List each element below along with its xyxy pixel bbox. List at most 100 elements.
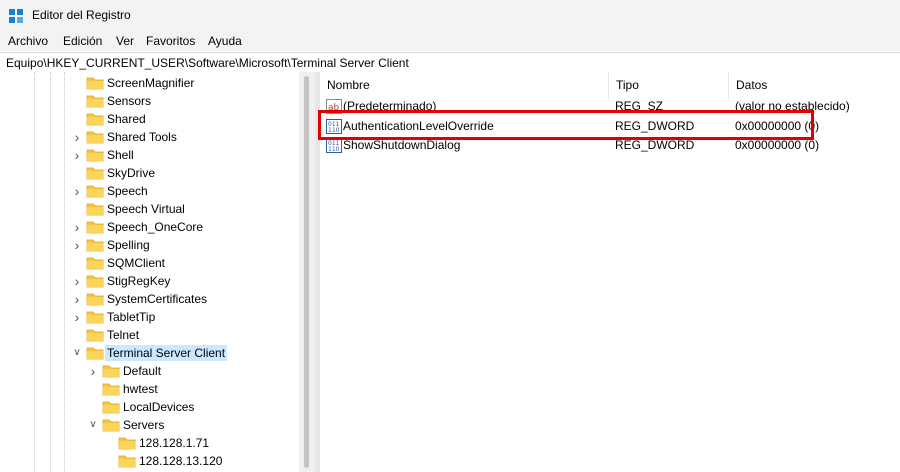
- tree-item[interactable]: LocalDevices: [0, 398, 299, 416]
- folder-icon: [86, 310, 104, 324]
- tree-item[interactable]: › SystemCertificates: [0, 290, 299, 308]
- address-bar[interactable]: Equipo\HKEY_CURRENT_USER\Software\Micros…: [0, 52, 900, 73]
- tree-item-label: SQMClient: [107, 256, 166, 270]
- chevron-right-icon[interactable]: ›: [72, 184, 82, 198]
- folder-icon: [102, 400, 120, 414]
- tree-item[interactable]: › Shell: [0, 146, 299, 164]
- folder-icon: [86, 112, 104, 126]
- folder-icon: [86, 220, 104, 234]
- menu-edicion[interactable]: Edición: [63, 34, 102, 48]
- svg-text:110: 110: [328, 146, 340, 153]
- tree-item-label: StigRegKey: [107, 274, 171, 288]
- tree-item[interactable]: ∨ Servers: [0, 416, 299, 434]
- chevron-right-icon[interactable]: ›: [72, 220, 82, 234]
- registry-editor-icon: [9, 9, 23, 23]
- tree-scroll-thumb[interactable]: [304, 76, 309, 468]
- folder-icon: [86, 328, 104, 342]
- tree-item[interactable]: Sensors: [0, 92, 299, 110]
- tree-item-label: SkyDrive: [107, 166, 156, 180]
- tree-item-label: Shared Tools: [107, 130, 177, 144]
- tree-item[interactable]: › Speech_OneCore: [0, 218, 299, 236]
- tree-item[interactable]: › Spelling: [0, 236, 299, 254]
- menu-archivo[interactable]: Archivo: [8, 34, 48, 48]
- tree-item[interactable]: SQMClient: [0, 254, 299, 272]
- tree-scrollbar[interactable]: [299, 72, 315, 472]
- tree-item-label: hwtest: [123, 382, 158, 396]
- tree-item-label: Speech: [107, 184, 148, 198]
- chevron-right-icon[interactable]: ›: [72, 310, 82, 324]
- folder-icon: [86, 274, 104, 288]
- tree-item-label: 128.128.13.120: [139, 454, 223, 468]
- tree-item-label: 128.128.1.71: [139, 436, 210, 450]
- tree-item-label: Shared: [107, 112, 146, 126]
- tree-item[interactable]: › TabletTip: [0, 308, 299, 326]
- address-path[interactable]: Equipo\HKEY_CURRENT_USER\Software\Micros…: [6, 56, 409, 70]
- tree-item[interactable]: › Shared Tools: [0, 128, 299, 146]
- folder-icon: [102, 418, 120, 432]
- tree-item-label: Shell: [107, 148, 134, 162]
- menu-bar: Archivo Edición Ver Favoritos Ayuda: [0, 32, 900, 51]
- tree-item-label: Servers: [123, 418, 165, 432]
- chevron-right-icon[interactable]: ›: [88, 364, 98, 378]
- window-title: Editor del Registro: [32, 8, 131, 22]
- tree-item-label: Telnet: [107, 328, 140, 342]
- value-name: ShowShutdownDialog: [343, 138, 461, 152]
- chevron-down-icon[interactable]: ∨: [88, 419, 98, 431]
- binary-value-icon: 011 110: [326, 138, 342, 153]
- tree-item-label: Sensors: [107, 94, 152, 108]
- key-tree[interactable]: ScreenMagnifier Sensors Shared › Shared Tool…: [0, 72, 315, 472]
- tree-item[interactable]: hwtest: [0, 380, 299, 398]
- highlight-box: [318, 110, 814, 140]
- folder-icon: [86, 130, 104, 144]
- folder-icon: [86, 76, 104, 90]
- tree-item[interactable]: › Default: [0, 362, 299, 380]
- column-header-nombre[interactable]: Nombre: [320, 72, 609, 99]
- tree-item-label: Speech Virtual: [107, 202, 185, 216]
- folder-icon: [86, 94, 104, 108]
- menu-ayuda[interactable]: Ayuda: [208, 34, 242, 48]
- tree-item-label: Terminal Server Client: [105, 345, 228, 361]
- value-data: 0x00000000 (0): [735, 138, 820, 152]
- folder-icon: [86, 238, 104, 252]
- folder-icon: [86, 148, 104, 162]
- tree-item[interactable]: Speech Virtual: [0, 200, 299, 218]
- tree-item[interactable]: Telnet: [0, 326, 299, 344]
- menu-ver[interactable]: Ver: [116, 34, 134, 48]
- tree-item-label: SystemCertificates: [107, 292, 208, 306]
- tree-item[interactable]: ∨ Terminal Server Client: [0, 344, 299, 362]
- column-header-tipo[interactable]: Tipo: [609, 72, 729, 99]
- value-type: REG_DWORD: [615, 138, 695, 152]
- tree-item-label: ScreenMagnifier: [107, 76, 195, 90]
- tree-item-label: LocalDevices: [123, 400, 195, 414]
- tree-item-label: Speech_OneCore: [107, 220, 204, 234]
- folder-icon: [102, 382, 120, 396]
- chevron-down-icon[interactable]: ∨: [72, 347, 82, 359]
- chevron-right-icon[interactable]: ›: [72, 292, 82, 306]
- tree-item-label: Default: [123, 364, 162, 378]
- folder-icon: [86, 166, 104, 180]
- tree-item[interactable]: ScreenMagnifier: [0, 74, 299, 92]
- folder-icon: [86, 346, 104, 360]
- column-header-datos[interactable]: Datos: [729, 72, 900, 99]
- folder-icon: [118, 454, 136, 468]
- chevron-right-icon[interactable]: ›: [72, 130, 82, 144]
- chevron-right-icon[interactable]: ›: [72, 238, 82, 252]
- tree-item-label: TabletTip: [107, 310, 156, 324]
- folder-icon: [86, 202, 104, 216]
- tree-item[interactable]: 128.128.1.71: [0, 434, 299, 452]
- folder-icon: [102, 364, 120, 378]
- tree-item[interactable]: › Speech: [0, 182, 299, 200]
- tree-item[interactable]: Shared: [0, 110, 299, 128]
- tree-item[interactable]: › StigRegKey: [0, 272, 299, 290]
- tree-item[interactable]: SkyDrive: [0, 164, 299, 182]
- menu-favoritos[interactable]: Favoritos: [146, 34, 195, 48]
- chevron-right-icon[interactable]: ›: [72, 148, 82, 162]
- chevron-right-icon[interactable]: ›: [72, 274, 82, 288]
- folder-icon: [86, 292, 104, 306]
- folder-icon: [86, 184, 104, 198]
- folder-icon: [118, 436, 136, 450]
- tree-item[interactable]: 128.128.13.120: [0, 452, 299, 470]
- title-bar: Editor del Registro: [0, 0, 900, 32]
- folder-icon: [86, 256, 104, 270]
- tree-item-label: Spelling: [107, 238, 150, 252]
